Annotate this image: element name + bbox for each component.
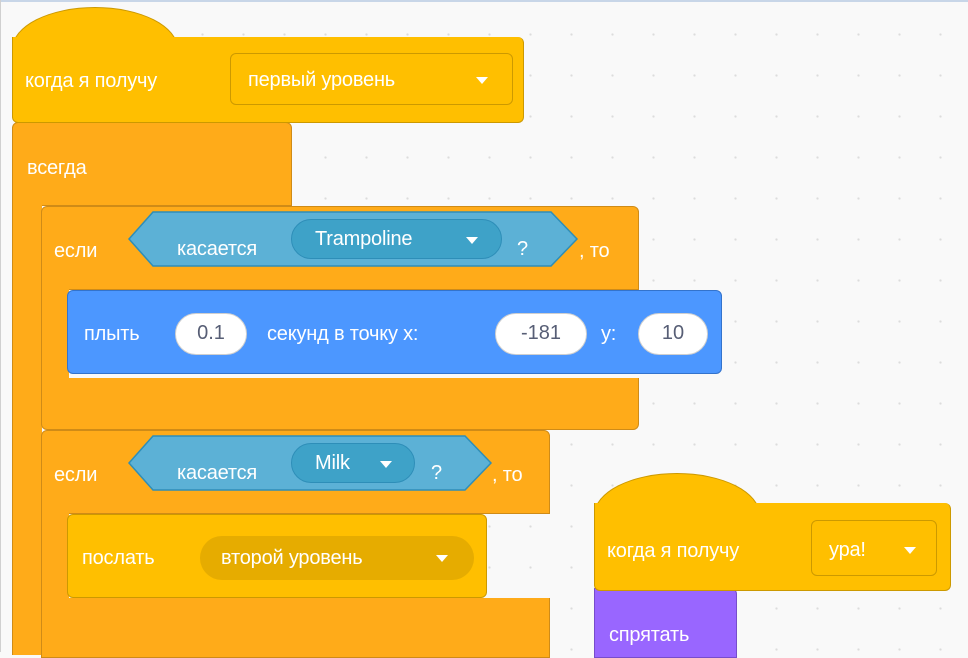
when-i-receive-hat-2[interactable]: когда я получу ура! <box>594 503 951 591</box>
when-receive-label-2: когда я получу <box>607 540 740 562</box>
touching-target-1: Trampoline <box>315 228 413 250</box>
broadcast-message-dropdown[interactable]: второй уровень <box>200 536 474 580</box>
receive-message-2: ура! <box>829 539 866 561</box>
glide-to-xy-block[interactable]: плыть 0.1 секунд в точку x: -181 y: 10 <box>67 290 722 374</box>
touching-target-dropdown-2[interactable]: Milk <box>291 443 415 483</box>
broadcast-block[interactable]: послать второй уровень <box>67 514 487 598</box>
question-mark-1: ? <box>517 238 528 260</box>
when-i-receive-hat-1[interactable]: когда я получу первый уровень <box>12 37 524 123</box>
then-label-1: , то <box>579 240 610 262</box>
glide-x-input[interactable]: -181 <box>495 313 587 355</box>
hide-label: спрятать <box>609 624 690 646</box>
broadcast-message: второй уровень <box>221 547 363 569</box>
if-1-arm <box>41 289 69 379</box>
receive-message-dropdown-1[interactable]: первый уровень <box>230 53 513 105</box>
broadcast-label: послать <box>82 547 155 569</box>
if-2-arm <box>41 513 69 603</box>
glide-mid-label: секунд в точку x: <box>267 323 419 345</box>
if-label-2: если <box>54 464 98 486</box>
chevron-down-icon <box>436 555 448 562</box>
receive-message-dropdown-2[interactable]: ура! <box>811 520 937 576</box>
receive-message-1: первый уровень <box>248 69 396 91</box>
hide-block[interactable]: спрятать <box>594 588 737 658</box>
workspace-top-border <box>1 0 968 2</box>
glide-seconds-input[interactable]: 0.1 <box>175 313 247 355</box>
forever-block[interactable]: всегда <box>12 122 292 206</box>
touching-target-2: Milk <box>315 452 350 474</box>
if-label-1: если <box>54 240 98 262</box>
chevron-down-icon <box>466 237 478 244</box>
touching-label-1: касается <box>177 238 258 260</box>
glide-y-label: y: <box>601 323 617 345</box>
if-1-bottom <box>41 378 639 430</box>
question-mark-2: ? <box>431 462 442 484</box>
forever-arm <box>12 205 42 655</box>
chevron-down-icon <box>476 77 488 84</box>
glide-y-input[interactable]: 10 <box>638 313 708 355</box>
chevron-down-icon <box>380 461 392 468</box>
when-receive-label-1: когда я получу <box>25 70 158 92</box>
touching-target-dropdown-1[interactable]: Trampoline <box>291 219 502 259</box>
then-label-2: , то <box>492 464 523 486</box>
glide-label: плыть <box>84 323 140 345</box>
if-2-bottom <box>41 598 550 658</box>
forever-label: всегда <box>27 157 87 179</box>
chevron-down-icon <box>904 547 916 554</box>
touching-label-2: касается <box>177 462 258 484</box>
